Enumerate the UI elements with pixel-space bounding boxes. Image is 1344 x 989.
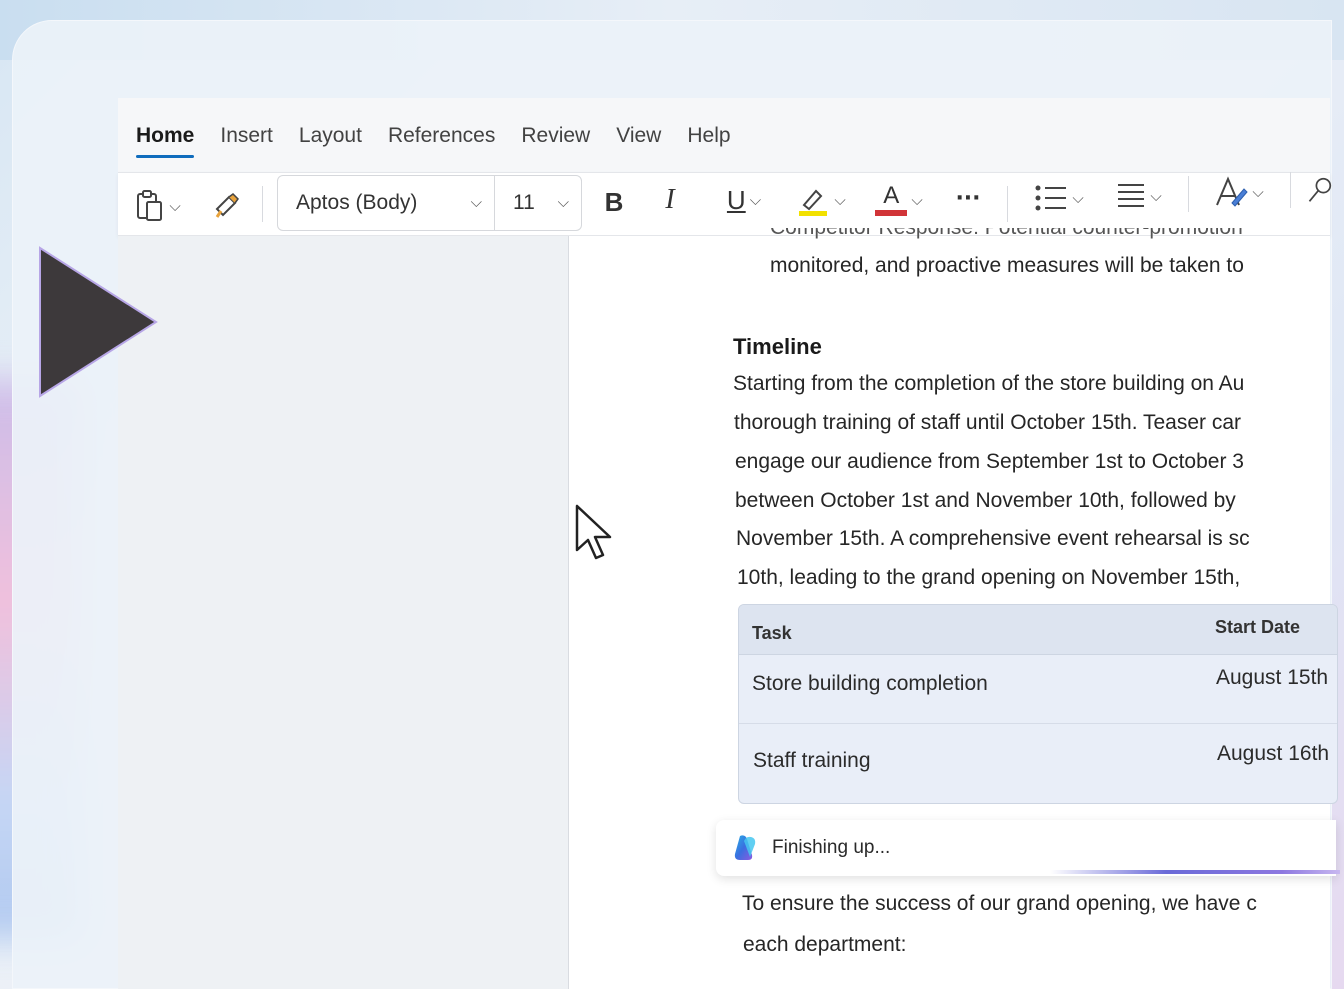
copilot-status-text: Finishing up... [772, 837, 891, 858]
underline-glyph: U [726, 184, 746, 215]
navigation-pane [118, 236, 568, 989]
paragraph-line: each department: [743, 933, 907, 956]
font-size-value: 11 [513, 191, 535, 214]
play-icon[interactable] [38, 246, 158, 398]
tab-layout[interactable]: Layout [299, 124, 362, 156]
section-heading: Timeline [733, 334, 822, 359]
align-icon [1118, 184, 1145, 207]
bullet-list-icon [1035, 185, 1067, 211]
underline-button[interactable]: U ⌵ [712, 180, 776, 220]
toolbar-divider [262, 186, 263, 222]
paste-button[interactable]: ⌵ [128, 186, 188, 226]
progress-indicator [1050, 870, 1340, 874]
mouse-cursor-icon [575, 504, 612, 560]
more-options-button[interactable]: ··· [948, 178, 988, 218]
tab-references[interactable]: References [388, 124, 495, 156]
highlight-button[interactable]: ⌵ [790, 180, 852, 220]
chevron-down-icon: ⌵ [1072, 189, 1084, 207]
tab-home[interactable]: Home [136, 124, 195, 158]
format-painter-button[interactable] [204, 186, 248, 226]
paragraph-line: 10th, leading to the grand opening on No… [737, 566, 1241, 589]
column-header-start-date: Start Date [1215, 617, 1301, 637]
search-button[interactable] [1306, 170, 1332, 210]
table-cell: Staff training [753, 749, 871, 772]
chevron-down-icon: ⌵ [169, 197, 181, 215]
toolbar-divider [1007, 186, 1008, 222]
font-color-button[interactable]: A ⌵ [868, 180, 930, 220]
font-size-dropdown[interactable]: 11 ⌵ [494, 175, 582, 231]
table-cell: August 15th [1216, 666, 1329, 689]
toolbar-divider [1290, 172, 1291, 208]
search-icon [1308, 177, 1332, 202]
font-name-dropdown[interactable]: Aptos (Body) ⌵ [277, 175, 495, 231]
chevron-down-icon: ⌵ [834, 191, 846, 209]
paragraph-line: thorough training of staff until October… [734, 411, 1242, 434]
clipboard-icon [137, 190, 163, 221]
font-color-swatch [875, 210, 908, 216]
font-color-glyph: A [883, 182, 900, 209]
table-cell: Store building completion [752, 672, 988, 695]
bullets-button[interactable]: ⌵ [1028, 178, 1090, 218]
bold-button[interactable]: B [596, 182, 632, 222]
paragraph-line: To ensure the success of our grand openi… [742, 892, 1257, 915]
paragraph-line: Starting from the completion of the stor… [733, 372, 1245, 395]
column-header-task: Task [752, 623, 792, 643]
toolbar-divider [1188, 176, 1189, 212]
tab-view[interactable]: View [616, 124, 661, 156]
tab-help[interactable]: Help [687, 124, 730, 156]
chevron-down-icon: ⌵ [1150, 187, 1162, 205]
chevron-down-icon: ⌵ [470, 194, 482, 211]
styles-button[interactable]: ⌵ [1206, 172, 1272, 212]
chevron-down-icon: ⌵ [749, 191, 762, 209]
row-divider [739, 723, 1337, 724]
chevron-down-icon: ⌵ [911, 191, 923, 209]
timeline-table: Task Start Date Store building completio… [738, 604, 1338, 804]
italic-button[interactable]: I [652, 180, 688, 220]
paragraph-line: engage our audience from September 1st t… [735, 450, 1244, 473]
bullet-text: monitored, and proactive measures will b… [770, 254, 1244, 277]
paragraph-line: November 15th. A comprehensive event reh… [736, 527, 1250, 550]
copilot-status-bar: Finishing up... [716, 820, 1336, 876]
chevron-down-icon: ⌵ [1252, 183, 1264, 201]
chevron-down-icon: ⌵ [557, 194, 569, 211]
tab-insert[interactable]: Insert [220, 124, 273, 156]
ribbon-tabs: Home Insert Layout References Review Vie… [136, 124, 731, 158]
table-cell: August 16th [1217, 742, 1330, 765]
paintbrush-icon [215, 193, 239, 218]
copilot-icon [734, 835, 756, 860]
highlighter-icon [799, 189, 828, 216]
align-button[interactable]: ⌵ [1108, 176, 1170, 216]
styles-icon [1216, 176, 1248, 207]
paragraph-line: between October 1st and November 10th, f… [735, 489, 1236, 512]
tab-review[interactable]: Review [521, 124, 590, 156]
font-name-value: Aptos (Body) [296, 191, 418, 214]
